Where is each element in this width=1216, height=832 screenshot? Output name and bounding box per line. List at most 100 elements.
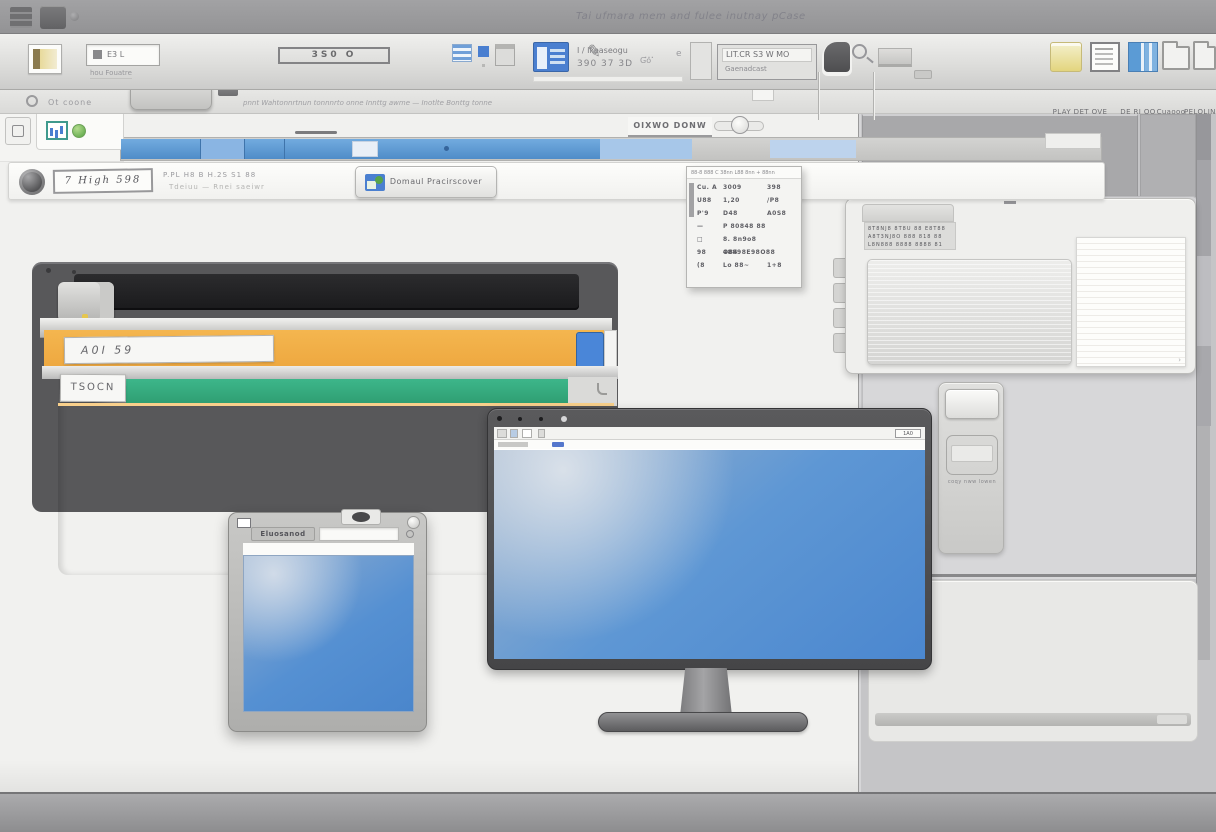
folder-icon[interactable] <box>1193 46 1216 70</box>
mockup-text-strip: 8T8NJ8 8T8U 88 E8T88 A8T3NJ8O 888 818 88… <box>864 222 956 250</box>
tower-button-top[interactable] <box>945 389 999 419</box>
timeline-segment-line <box>284 139 285 159</box>
format-combo-value[interactable]: LIT.CR S3 W MO <box>722 48 812 62</box>
presentation-button[interactable]: Domaul Pracirscover <box>355 166 497 198</box>
frame-tab[interactable]: Eluosanod <box>251 527 315 541</box>
tower-caption: coqy nww lowen <box>939 479 1005 485</box>
flyout-header: 88-8 888 C 38nn L88 8nn + 88nn <box>687 167 801 179</box>
record-circle-icon <box>26 95 38 107</box>
folder-label-tab: TSOCN <box>60 374 126 402</box>
timeline-handle[interactable] <box>295 131 337 134</box>
right-scrollbar[interactable] <box>1196 112 1210 660</box>
subbar-left-text: Ot coone <box>48 98 92 107</box>
flyout-table: Cu. A3009398 U881,20/P8 P'9D48A0S8 —P 80… <box>697 181 801 272</box>
collapsed-header-block-right[interactable] <box>1140 114 1196 200</box>
green-status-orb-icon <box>72 124 86 138</box>
timeline-fill-light[interactable] <box>600 139 692 159</box>
mini-window-icon <box>237 518 251 528</box>
info-meta-line2: Tdeiuu — Rnei saeiwr <box>169 183 265 191</box>
monitor-screen: 1A0 D. I <box>494 427 925 659</box>
blue-square-icon[interactable] <box>478 46 489 57</box>
window-title: Tai ufmara mem and fulee inutnay pCase <box>576 11 806 22</box>
flyout-scroll-strip[interactable] <box>689 183 694 217</box>
info-meta-line1: P.PL H8 B H.2S S1 88 <box>163 171 256 179</box>
green-folder-end <box>568 377 617 406</box>
timeline-dot <box>444 146 449 151</box>
gallery-icon[interactable] <box>1128 42 1158 72</box>
overflow-ellipsis[interactable]: … <box>644 50 654 61</box>
format-combo[interactable]: LIT.CR S3 W MO Gaenadcast <box>717 44 817 80</box>
info-bar: 7 High 598 P.PL H8 B H.2S S1 88 Tdeiuu —… <box>8 162 1105 200</box>
frame-field[interactable] <box>319 527 399 541</box>
mockup-handle <box>1004 201 1016 204</box>
list-view-icon[interactable] <box>452 44 472 62</box>
hook-icon <box>597 383 607 395</box>
filter-slider-knob[interactable] <box>731 116 749 134</box>
frame-circle-icon <box>406 530 414 538</box>
switch-tower: coqy nww lowen <box>938 382 1004 554</box>
bezel-camera-dot <box>561 416 567 422</box>
app-icon[interactable] <box>40 6 66 29</box>
size-stamp: 3S0 O <box>278 47 390 64</box>
window-view-icon[interactable] <box>495 44 515 66</box>
screen-desktop <box>494 449 925 659</box>
presentation-icon <box>365 174 385 191</box>
filter-slider-label: OIXWO DONW <box>628 117 712 137</box>
toolbar-divider <box>818 72 819 120</box>
screen-mini-icon <box>522 429 532 438</box>
frame-orb-icon <box>407 516 420 529</box>
screen-corner-box: 1A0 <box>895 429 921 438</box>
grid-menu-icon[interactable] <box>10 7 32 28</box>
monitor-base <box>598 712 808 732</box>
panel-toggle-button[interactable] <box>5 117 31 145</box>
screen-mini-icon <box>510 429 518 438</box>
timeline-marker[interactable] <box>352 141 378 157</box>
mockup-inner-panel <box>867 259 1072 365</box>
calendar-icon[interactable] <box>1090 42 1120 72</box>
status-sub-bar: Ot coone pnnt Wahtonnrtnun tonnnrto onne… <box>0 90 1216 114</box>
export-cup-icon[interactable] <box>1050 42 1082 72</box>
screen-second-row <box>494 440 925 449</box>
toolbar-field-caption: hou Fouatre <box>90 69 132 79</box>
small-frame-window: Eluosanod <box>228 512 427 732</box>
main-toolbar: E3 L hou Fouatre 3S0 O I / Ikeaseogu 390… <box>0 34 1216 90</box>
drawer-slot <box>74 274 579 310</box>
tower-button-lower[interactable] <box>946 435 998 475</box>
chart-icon <box>46 121 68 140</box>
blue-folder-tab <box>576 332 604 370</box>
drawer-side-strip <box>604 330 617 370</box>
screen-toolbar: 1A0 D. I <box>494 427 925 440</box>
mockup-tab[interactable] <box>862 204 954 222</box>
page-arrow-icon: › <box>1178 356 1181 364</box>
bezel-dot <box>518 417 522 421</box>
toolbar-field[interactable]: E3 L <box>86 44 160 66</box>
timeline-segment[interactable] <box>200 139 245 159</box>
slideshow-caption-1: I / Ikeaseogu <box>577 46 628 55</box>
display-icon[interactable] <box>878 48 912 67</box>
window-mockup: 8T8NJ8 8T8U 88 E8T88 A8T3NJ8O 888 818 88… <box>845 198 1196 374</box>
page-count-field[interactable]: 7 High 598 <box>53 168 153 194</box>
dial-knob-icon[interactable] <box>19 169 45 195</box>
toolbar-divider <box>873 72 874 120</box>
drawer-rail <box>42 366 618 379</box>
camera-badge <box>341 509 381 525</box>
timeline-fill-lighter[interactable] <box>770 140 856 158</box>
slideshow-icon[interactable] <box>533 42 569 72</box>
title-bar: Tai ufmara mem and fulee inutnay pCase <box>0 0 1216 34</box>
green-folder <box>126 379 568 404</box>
monitor-neck <box>680 668 732 716</box>
monitor-illustration: 1A0 D. I <box>487 408 932 732</box>
mouse-icon[interactable] <box>824 42 850 72</box>
tray-icon[interactable] <box>914 70 932 79</box>
pencil-icon[interactable]: ✎ <box>586 41 603 63</box>
magnifier-icon[interactable] <box>852 44 867 59</box>
properties-flyout: 88-8 888 C 38nn L88 8nn + 88nn Cu. A3009… <box>686 166 802 288</box>
toolbar-button-label: PLAY DET OVE <box>1044 108 1116 116</box>
status-dot-icon <box>70 12 79 21</box>
folder-label-tab: A0I 59 <box>64 335 274 364</box>
folder-icon[interactable] <box>1162 46 1190 70</box>
thumbnail-button[interactable] <box>28 44 62 74</box>
slideshow-underline <box>533 76 683 82</box>
bezel-dot <box>539 417 543 421</box>
empty-slot-box <box>690 42 712 80</box>
